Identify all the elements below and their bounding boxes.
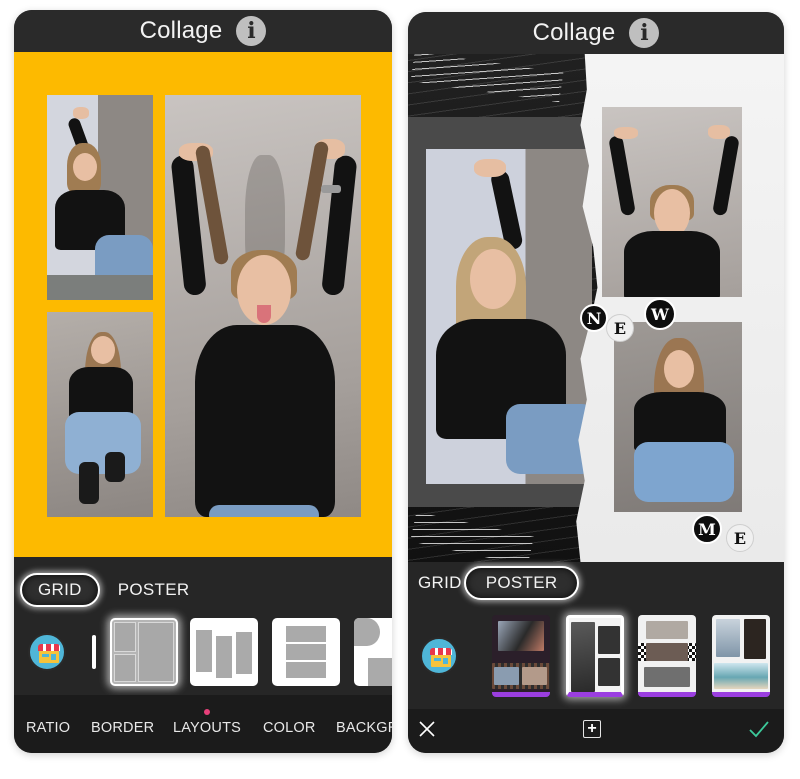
poster-collage-screen: Collage i N E W M E GRID POSTER + bbox=[408, 12, 784, 753]
nav-color[interactable]: COLOR bbox=[263, 720, 316, 736]
layout-three-vertical-staggered[interactable] bbox=[190, 618, 258, 686]
tab-poster[interactable]: POSTER bbox=[463, 566, 580, 600]
header: Collage i bbox=[408, 12, 784, 54]
poster-film-strip[interactable] bbox=[492, 615, 550, 697]
nav-layouts[interactable]: LAYOUTS bbox=[173, 720, 241, 736]
collage-canvas[interactable] bbox=[14, 52, 392, 557]
photo-slot-left[interactable] bbox=[426, 149, 592, 484]
poster-picker bbox=[408, 610, 784, 702]
check-icon[interactable] bbox=[748, 719, 770, 739]
photo-slot-top-left[interactable] bbox=[47, 95, 153, 300]
tab-poster[interactable]: POSTER bbox=[100, 573, 208, 607]
sticker-letter-m[interactable]: M bbox=[692, 514, 722, 544]
page-title: Collage bbox=[532, 19, 616, 46]
photo-slot-bottom-right[interactable] bbox=[614, 322, 742, 512]
nav-ratio[interactable]: RATIO bbox=[26, 720, 70, 736]
photo-slot-right[interactable] bbox=[165, 95, 361, 517]
nav-background[interactable]: BACKGR bbox=[336, 720, 392, 736]
poster-checkered[interactable] bbox=[638, 615, 696, 697]
grid-collage-screen: Collage i GRID POSTER RATIO BORDER LAYOU… bbox=[14, 10, 392, 753]
sticker-letter-n[interactable]: N bbox=[580, 304, 608, 332]
bottom-nav: RATIO BORDER LAYOUTS COLOR BACKGR bbox=[14, 695, 392, 753]
sticker-letter-e[interactable]: E bbox=[606, 314, 634, 342]
poster-canvas[interactable]: N E W M E bbox=[408, 54, 784, 562]
page-title: Collage bbox=[139, 17, 223, 44]
active-indicator-dot bbox=[204, 709, 210, 715]
layout-shapes[interactable] bbox=[354, 618, 392, 686]
nav-border[interactable]: BORDER bbox=[91, 720, 154, 736]
store-icon[interactable] bbox=[28, 633, 66, 671]
add-icon[interactable]: + bbox=[583, 720, 601, 738]
info-icon[interactable]: i bbox=[629, 18, 660, 48]
close-icon[interactable] bbox=[418, 720, 436, 738]
info-icon[interactable]: i bbox=[236, 16, 267, 46]
photo-slot-top-right[interactable] bbox=[602, 107, 742, 297]
sticker-letter-e2[interactable]: E bbox=[726, 524, 754, 552]
layout-three-horizontal-stacked[interactable] bbox=[272, 618, 340, 686]
store-icon[interactable] bbox=[420, 637, 458, 675]
layout-picker bbox=[14, 612, 392, 692]
header: Collage i bbox=[14, 10, 392, 52]
action-bar: + bbox=[408, 709, 784, 753]
poster-beach[interactable] bbox=[712, 615, 770, 697]
layout-two-left-one-right[interactable] bbox=[110, 618, 178, 686]
mode-tabs: GRID POSTER bbox=[408, 565, 784, 601]
sticker-letter-w[interactable]: W bbox=[644, 298, 676, 330]
tab-grid[interactable]: GRID bbox=[20, 573, 100, 607]
scroll-start-divider bbox=[92, 635, 96, 669]
photo-slot-bottom-left[interactable] bbox=[47, 312, 153, 517]
mode-tabs: GRID POSTER bbox=[14, 572, 392, 608]
poster-torn-paper[interactable] bbox=[566, 615, 624, 697]
